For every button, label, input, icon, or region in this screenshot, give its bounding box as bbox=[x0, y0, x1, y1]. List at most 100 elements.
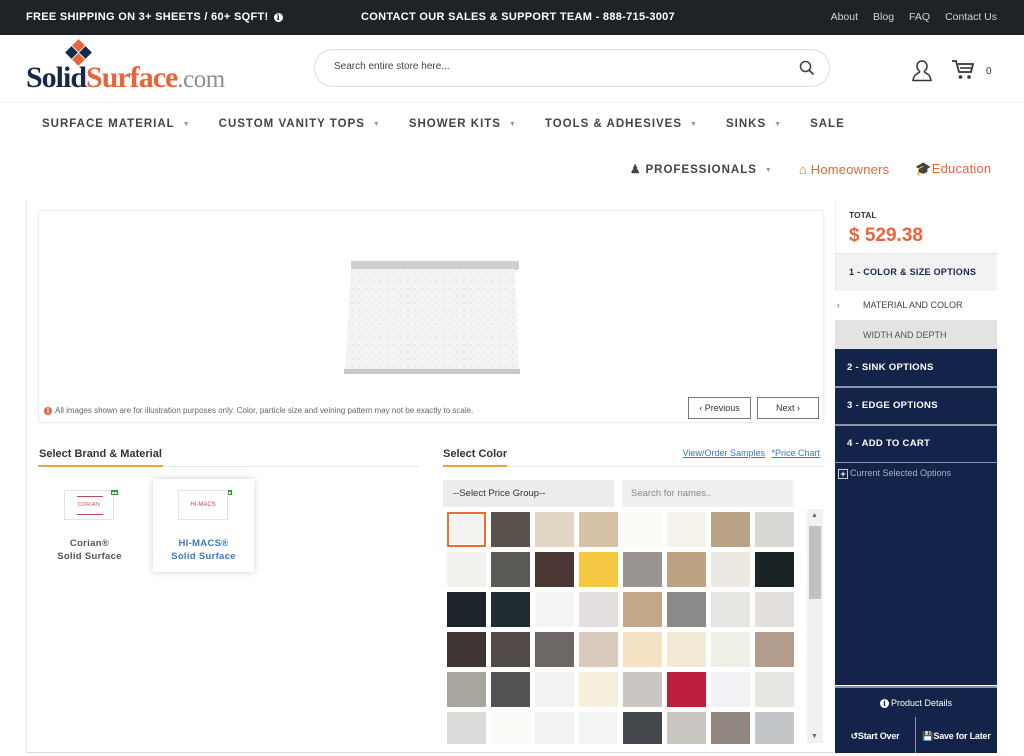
color-swatch[interactable] bbox=[535, 672, 574, 707]
nav-custom-vanity-tops[interactable]: CUSTOM VANITY TOPS ▼ bbox=[219, 118, 381, 130]
nav-surface-material[interactable]: SURFACE MATERIAL ▼ bbox=[42, 118, 191, 130]
color-swatch[interactable] bbox=[579, 592, 618, 627]
color-swatch[interactable] bbox=[667, 552, 706, 587]
info-circle-icon[interactable]: i bbox=[273, 13, 283, 22]
cart-icon[interactable] bbox=[951, 59, 975, 81]
color-swatch[interactable] bbox=[491, 632, 530, 667]
color-swatch[interactable] bbox=[755, 512, 794, 547]
link-contact-us[interactable]: Contact Us bbox=[945, 11, 997, 23]
color-swatch[interactable] bbox=[711, 552, 750, 587]
color-swatch[interactable] bbox=[623, 632, 662, 667]
step-edge-options[interactable]: 3 - EDGE OPTIONS bbox=[835, 386, 997, 424]
save-for-later-button[interactable]: 💾Save for Later bbox=[916, 717, 997, 753]
color-swatch[interactable] bbox=[535, 552, 574, 587]
price-chart-link[interactable]: *Price Chart bbox=[771, 448, 820, 458]
nav-education[interactable]: 🎓Education bbox=[915, 161, 991, 177]
color-name-search-input[interactable] bbox=[622, 480, 793, 507]
color-swatch[interactable] bbox=[447, 592, 486, 627]
top-links: About Blog FAQ Contact Us bbox=[831, 11, 997, 23]
color-swatch[interactable] bbox=[623, 672, 662, 707]
color-swatch[interactable] bbox=[491, 712, 530, 744]
color-swatch[interactable] bbox=[711, 712, 750, 744]
color-swatch[interactable] bbox=[755, 552, 794, 587]
price-group-select[interactable]: --Select Price Group-- bbox=[443, 480, 614, 507]
color-swatch[interactable] bbox=[535, 632, 574, 667]
next-button[interactable]: Next › bbox=[757, 397, 819, 419]
color-swatch[interactable] bbox=[755, 712, 794, 744]
color-swatch[interactable] bbox=[447, 552, 486, 587]
site-logo[interactable]: SolidSurface.com bbox=[26, 39, 256, 99]
step-add-to-cart[interactable]: 4 - ADD TO CART bbox=[835, 424, 997, 462]
color-swatch[interactable] bbox=[491, 672, 530, 707]
color-swatch[interactable] bbox=[535, 512, 574, 547]
color-swatch[interactable] bbox=[755, 672, 794, 707]
nav-shower-kits[interactable]: SHOWER KITS ▼ bbox=[409, 118, 517, 130]
color-swatch[interactable] bbox=[667, 512, 706, 547]
chevron-down-icon: ▼ bbox=[372, 121, 381, 128]
substep-material-and-color[interactable]: ‹ MATERIAL AND COLOR bbox=[835, 291, 997, 320]
site-header: SolidSurface.com 0 bbox=[0, 35, 1024, 103]
nav-sale[interactable]: SALE bbox=[810, 118, 845, 130]
floppy-disk-icon: 💾 bbox=[922, 731, 934, 741]
color-swatch[interactable] bbox=[491, 592, 530, 627]
brand-card-corian[interactable]: CORIAN ■■ Corian® Solid Surface bbox=[39, 479, 140, 572]
color-swatch[interactable] bbox=[667, 712, 706, 744]
color-swatch[interactable] bbox=[579, 632, 618, 667]
scrollbar-thumb[interactable] bbox=[809, 526, 821, 599]
color-swatch[interactable] bbox=[579, 712, 618, 744]
color-swatch[interactable] bbox=[447, 632, 486, 667]
himacs-logo: HI-MACS ■ bbox=[178, 490, 232, 520]
color-swatch[interactable] bbox=[667, 672, 706, 707]
color-swatch[interactable] bbox=[491, 512, 530, 547]
color-swatch[interactable] bbox=[579, 552, 618, 587]
link-about[interactable]: About bbox=[831, 11, 858, 23]
expand-plus-icon[interactable]: + bbox=[838, 469, 848, 479]
link-blog[interactable]: Blog bbox=[873, 11, 894, 23]
color-swatch[interactable] bbox=[579, 672, 618, 707]
color-swatch[interactable] bbox=[623, 712, 662, 744]
user-account-icon[interactable] bbox=[910, 59, 934, 83]
color-swatch[interactable] bbox=[755, 592, 794, 627]
color-swatch[interactable] bbox=[711, 632, 750, 667]
color-swatch[interactable] bbox=[667, 592, 706, 627]
previous-button[interactable]: ‹ Previous bbox=[688, 397, 751, 419]
start-over-button[interactable]: ↺Start Over bbox=[835, 717, 916, 753]
shipping-promo[interactable]: FREE SHIPPING ON 3+ SHEETS / 60+ SQFT! i bbox=[26, 11, 283, 23]
color-swatch[interactable] bbox=[623, 512, 662, 547]
step-sink-options[interactable]: 2 - SINK OPTIONS bbox=[835, 349, 997, 386]
color-swatch[interactable] bbox=[447, 672, 486, 707]
nav-professionals[interactable]: ♟ PROFESSIONALS ▼ bbox=[630, 162, 773, 176]
scroll-up-arrow-icon[interactable]: ▲ bbox=[811, 512, 818, 519]
color-swatch[interactable] bbox=[623, 592, 662, 627]
color-swatch[interactable] bbox=[579, 512, 618, 547]
chevron-down-icon: ▼ bbox=[508, 121, 517, 128]
view-order-samples-link[interactable]: View/Order Samples bbox=[683, 448, 765, 458]
color-swatch[interactable] bbox=[711, 512, 750, 547]
color-swatch[interactable] bbox=[535, 592, 574, 627]
search-icon[interactable] bbox=[799, 60, 815, 76]
title-underline bbox=[38, 465, 163, 467]
scroll-down-arrow-icon[interactable]: ▼ bbox=[811, 733, 818, 740]
badge: ■ bbox=[227, 490, 232, 495]
color-swatch[interactable] bbox=[623, 552, 662, 587]
link-faq[interactable]: FAQ bbox=[909, 11, 930, 23]
color-swatch[interactable] bbox=[447, 512, 486, 547]
color-swatch[interactable] bbox=[711, 592, 750, 627]
nav-homeowners[interactable]: ⌂ Homeowners bbox=[799, 162, 889, 177]
nav-sinks[interactable]: SINKS ▼ bbox=[726, 118, 782, 130]
info-circle-icon: i bbox=[879, 699, 889, 708]
color-swatch[interactable] bbox=[491, 552, 530, 587]
color-swatch[interactable] bbox=[755, 632, 794, 667]
chevron-down-icon: ▼ bbox=[182, 121, 191, 128]
step-color-size-options[interactable]: 1 - COLOR & SIZE OPTIONS bbox=[835, 253, 997, 291]
brand-card-himacs[interactable]: HI-MACS ■ HI-MACS® Solid Surface bbox=[153, 479, 254, 572]
swatch-scrollbar[interactable]: ▲ ▼ bbox=[807, 509, 823, 743]
color-swatch[interactable] bbox=[535, 712, 574, 744]
product-details-button[interactable]: i Product Details bbox=[835, 686, 997, 717]
substep-width-and-depth[interactable]: WIDTH AND DEPTH bbox=[835, 320, 997, 349]
color-swatch[interactable] bbox=[667, 632, 706, 667]
nav-tools-adhesives[interactable]: TOOLS & ADHESIVES ▼ bbox=[545, 118, 698, 130]
search-input[interactable] bbox=[334, 61, 774, 72]
color-swatch[interactable] bbox=[711, 672, 750, 707]
color-swatch[interactable] bbox=[447, 712, 486, 744]
